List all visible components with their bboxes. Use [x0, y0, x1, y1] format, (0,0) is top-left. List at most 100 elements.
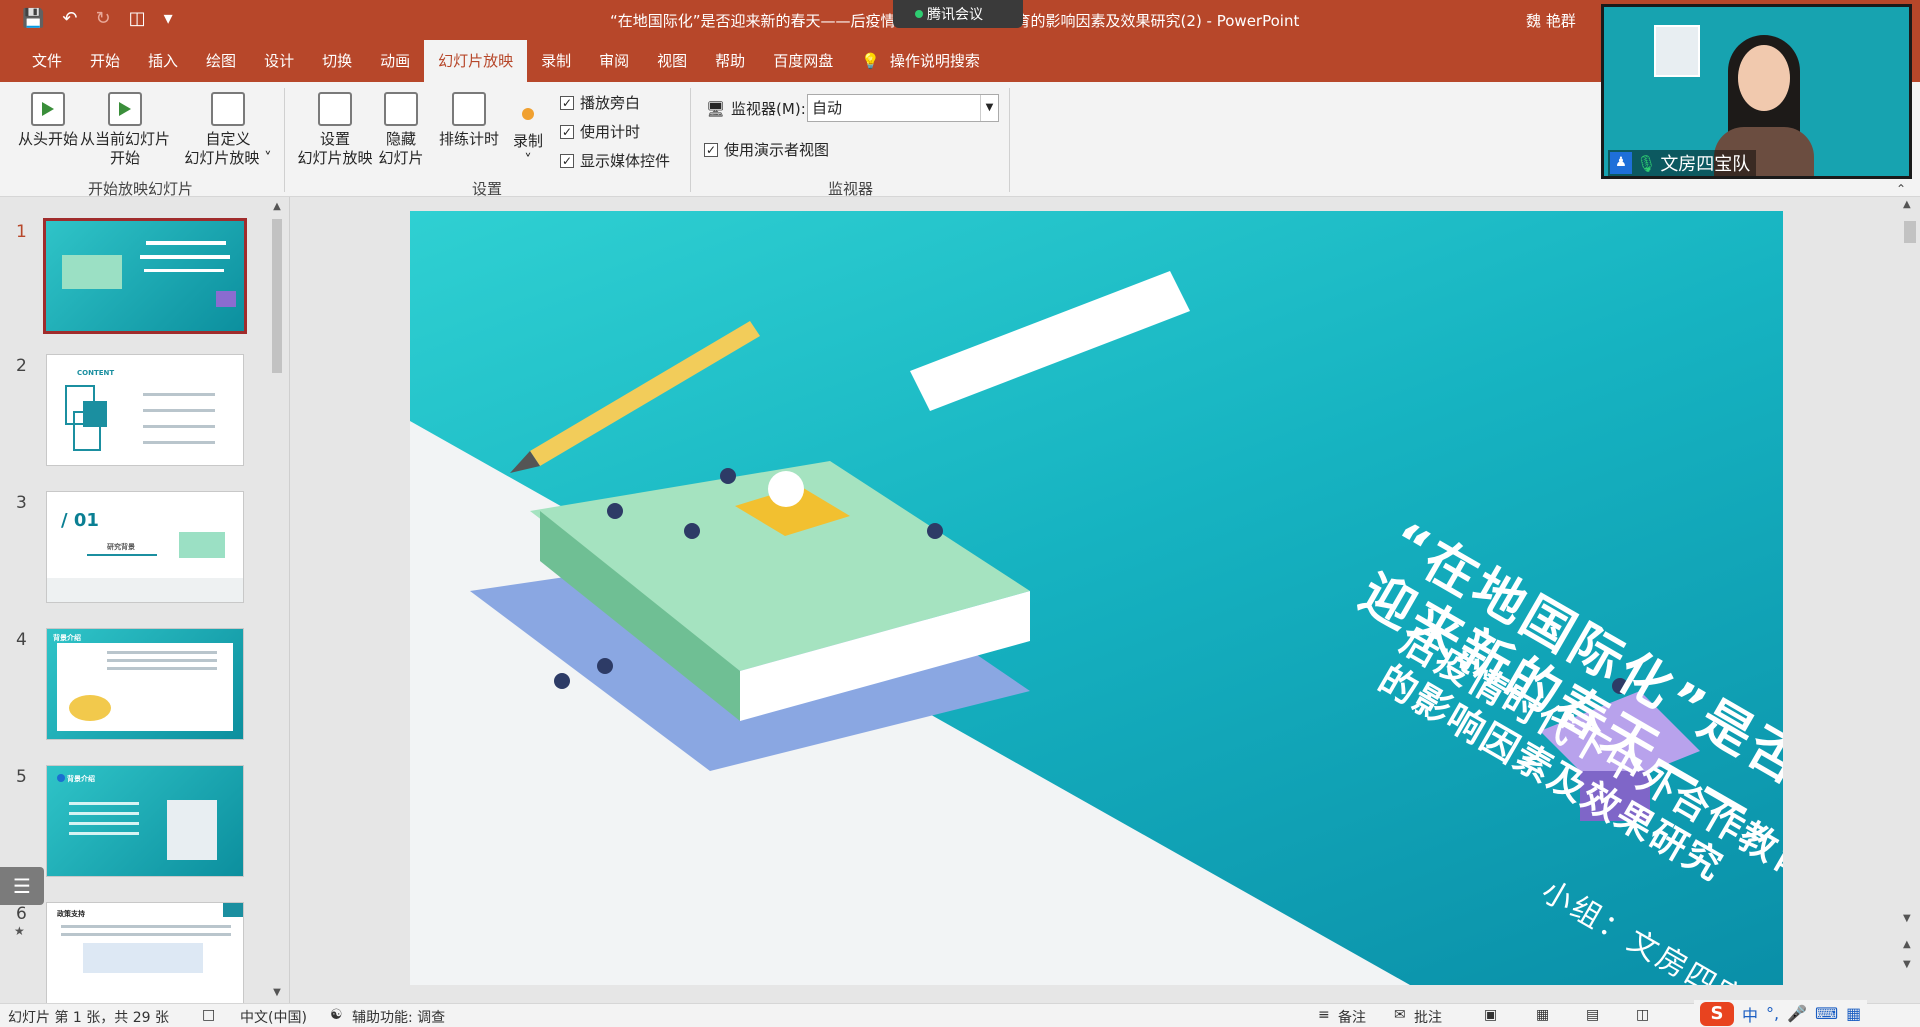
punctuation-icon[interactable]: °, — [1766, 1004, 1779, 1023]
notes-button[interactable]: 备注 — [1338, 1007, 1366, 1027]
language-indicator[interactable]: 中文(中国) — [240, 1007, 307, 1027]
customize-qat-icon[interactable]: ▾ — [164, 8, 173, 29]
slide-counter: 幻灯片 第 1 张，共 29 张 — [8, 1010, 169, 1026]
play-narrations-checkbox[interactable]: ✓ 播放旁白 — [560, 92, 640, 113]
thumbnail-line — [69, 812, 139, 815]
thumbnail-scrollbar[interactable]: ▲ ▼ — [268, 201, 286, 1001]
collapse-ribbon-icon[interactable]: ⌃ — [1896, 182, 1906, 196]
thumbnail-bubble — [69, 695, 111, 721]
redo-icon[interactable]: ↻ — [96, 8, 111, 29]
hide-slide-button[interactable]: 隐藏 幻灯片 — [376, 92, 426, 168]
microphone-icon[interactable]: 🎤 — [1787, 1004, 1807, 1023]
record-button[interactable]: 录制 ˅ — [508, 92, 548, 170]
scroll-down-icon[interactable]: ▼ — [1903, 913, 1911, 924]
present-from-start-icon[interactable]: ◫ — [129, 8, 146, 29]
thumbnail-number: 6 — [16, 904, 27, 924]
reading-view-icon[interactable]: ▤ — [1586, 1007, 1599, 1023]
tab-design[interactable]: 设计 — [250, 40, 308, 82]
keyboard-icon[interactable]: ⌨ — [1815, 1004, 1838, 1023]
thumbnail-row[interactable]: 1 — [0, 218, 270, 336]
tab-file[interactable]: 文件 — [18, 40, 76, 82]
monitor-select-value: 自动 — [812, 99, 843, 117]
editor-scrollbar[interactable]: ▲ ▼ ▲ ▼ — [1900, 197, 1920, 1003]
participant-name: 文房四宝队 — [1660, 154, 1751, 175]
slide-thumbnail-2[interactable]: CONTENT — [46, 354, 244, 466]
toolbox-icon[interactable]: ▦ — [1846, 1004, 1861, 1023]
scroll-up-icon[interactable]: ▲ — [1903, 199, 1911, 210]
rehearse-timings-button[interactable]: 排练计时 — [436, 92, 502, 149]
tab-record[interactable]: 录制 — [527, 40, 585, 82]
thumbnail-row[interactable]: 3 / 01 研究背景 — [0, 491, 270, 607]
from-beginning-label: 从头开始 — [17, 130, 78, 148]
slide-thumbnail-3[interactable]: / 01 研究背景 — [46, 491, 244, 603]
scroll-down-icon[interactable]: ▼ — [268, 987, 286, 1003]
tab-view[interactable]: 视图 — [643, 40, 701, 82]
tab-animations[interactable]: 动画 — [366, 40, 424, 82]
meeting-indicator[interactable]: 腾讯会议 — [893, 0, 1023, 28]
custom-slideshow-button[interactable]: 自定义 幻灯片放映 ˅ — [180, 92, 276, 168]
ime-mode[interactable]: 中 — [1742, 1002, 1758, 1026]
participant-face — [1738, 45, 1790, 111]
setup-slideshow-button[interactable]: 设置 幻灯片放映 — [294, 92, 376, 168]
user-name[interactable]: 魏 艳群 — [1526, 10, 1576, 31]
notes-icon: ≡ — [1318, 1007, 1330, 1023]
use-timings-checkbox[interactable]: ✓ 使用计时 — [560, 121, 640, 142]
accessibility-icon: ☯ — [330, 1007, 343, 1023]
save-icon[interactable]: 💾 — [22, 8, 44, 29]
slideshow-current-icon — [108, 92, 142, 126]
scrollbar-thumb[interactable] — [272, 219, 282, 373]
record-dropdown-caret: ˅ — [524, 151, 532, 169]
tab-slideshow[interactable]: 幻灯片放映 — [424, 40, 528, 82]
slide-thumbnail-5[interactable]: 背景介绍 — [46, 765, 244, 877]
diploma-scroll — [910, 271, 1190, 411]
thumbnail-subtitle-line — [144, 269, 224, 272]
tab-draw[interactable]: 绘图 — [192, 40, 250, 82]
slide-thumbnail-6[interactable]: 政策支持 — [46, 902, 244, 1014]
current-slide[interactable]: “在地国际化”是否 迎来新的春天—— 后疫情时代下中外合作教育 的影响因素及效果… — [410, 211, 1783, 985]
tab-baidu-netdisk[interactable]: 百度网盘 — [759, 40, 847, 82]
checkbox-checked-icon: ✓ — [560, 95, 574, 110]
notes-status-icon[interactable]: □ — [202, 1007, 215, 1023]
thumbnail-line — [69, 832, 139, 835]
slide-thumbnail-1[interactable] — [43, 218, 247, 334]
slide-thumbnail-4[interactable]: 背景介绍 — [46, 628, 244, 740]
from-beginning-button[interactable]: 从头开始 — [10, 92, 86, 149]
tell-me-search[interactable]: 💡 操作说明搜索 — [847, 40, 994, 82]
tab-transitions[interactable]: 切换 — [308, 40, 366, 82]
tab-insert[interactable]: 插入 — [134, 40, 192, 82]
tab-review[interactable]: 审阅 — [585, 40, 643, 82]
person-figure — [597, 658, 613, 674]
microphone-icon: 🎙 — [1636, 153, 1657, 173]
outline-view-button[interactable]: ☰ — [0, 867, 44, 905]
webcam-video[interactable]: ♟ 🎙 文房四宝队 — [1601, 4, 1912, 179]
comments-button[interactable]: 批注 — [1414, 1007, 1442, 1027]
show-media-controls-checkbox[interactable]: ✓ 显示媒体控件 — [560, 150, 670, 171]
normal-view-icon[interactable]: ▣ — [1484, 1007, 1497, 1023]
from-current-button[interactable]: 从当前幻灯片 开始 — [78, 92, 172, 168]
accessibility-status[interactable]: 辅助功能: 调查 — [352, 1007, 445, 1027]
slide-sorter-icon[interactable]: ▦ — [1536, 1007, 1549, 1023]
next-slide-icon[interactable]: ▼ — [1903, 959, 1911, 970]
meeting-label: 腾讯会议 — [927, 7, 983, 23]
thumbnail-row[interactable]: 4 背景介绍 — [0, 628, 270, 744]
thumbnail-book-shape — [179, 532, 225, 558]
quick-access-toolbar: 💾 ↶ ↻ ◫ ▾ — [22, 8, 173, 29]
from-current-label-2: 开始 — [109, 149, 140, 167]
tab-home[interactable]: 开始 — [76, 40, 134, 82]
thumbnail-title-line — [140, 255, 230, 259]
scrollbar-thumb[interactable] — [1904, 221, 1916, 243]
previous-slide-icon[interactable]: ▲ — [1903, 939, 1911, 950]
presenter-view-checkbox[interactable]: ✓ 使用演示者视图 — [704, 139, 829, 160]
undo-icon[interactable]: ↶ — [62, 8, 77, 29]
tab-help[interactable]: 帮助 — [701, 40, 759, 82]
thumbnail-line — [107, 659, 217, 662]
thumbnail-row[interactable]: 5 背景介绍 — [0, 765, 270, 881]
chevron-down-icon[interactable]: ▼ — [980, 95, 998, 121]
scroll-up-icon[interactable]: ▲ — [268, 201, 286, 217]
monitor-label-text: 监视器(M): — [731, 100, 806, 118]
ime-toolbar[interactable]: S 中 °, 🎤 ⌨ ▦ — [1694, 1000, 1868, 1027]
thumbnail-row[interactable]: 6 政策支持 — [0, 902, 270, 1018]
slideshow-view-icon[interactable]: ◫ — [1636, 1007, 1649, 1023]
thumbnail-row[interactable]: 2 CONTENT — [0, 354, 270, 470]
monitor-select[interactable]: 自动 ▼ — [807, 94, 999, 122]
